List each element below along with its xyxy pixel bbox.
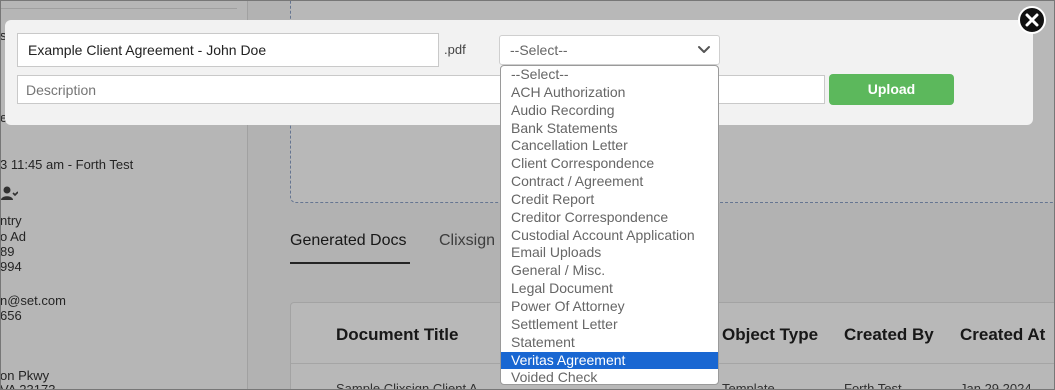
dropdown-option[interactable]: Statement <box>501 334 718 352</box>
document-type-select[interactable]: --Select-- <box>499 35 720 65</box>
dropdown-option[interactable]: Bank Statements <box>501 120 718 138</box>
select-value: --Select-- <box>510 42 568 58</box>
close-icon <box>1025 13 1039 27</box>
dropdown-option[interactable]: Credit Report <box>501 191 718 209</box>
dropdown-option[interactable]: Contract / Agreement <box>501 173 718 191</box>
dropdown-option[interactable]: Voided Check <box>501 369 718 384</box>
dropdown-option[interactable]: Email Uploads <box>501 244 718 262</box>
dropdown-option[interactable]: Custodial Account Application <box>501 227 718 245</box>
dropdown-option[interactable]: General / Misc. <box>501 262 718 280</box>
chevron-down-icon <box>695 40 713 58</box>
dropdown-option[interactable]: Power Of Attorney <box>501 298 718 316</box>
dropdown-option[interactable]: Creditor Correspondence <box>501 209 718 227</box>
dropdown-option[interactable]: Veritas Agreement <box>501 351 718 370</box>
dropdown-option[interactable]: --Select-- <box>501 66 718 84</box>
dropdown-option[interactable]: Settlement Letter <box>501 316 718 334</box>
filename-input[interactable] <box>17 33 439 67</box>
dropdown-option[interactable]: ACH Authorization <box>501 84 718 102</box>
upload-button[interactable]: Upload <box>829 74 954 105</box>
dropdown-option[interactable]: Audio Recording <box>501 102 718 120</box>
file-extension-label: .pdf <box>444 42 466 57</box>
close-modal-button[interactable] <box>1018 6 1046 34</box>
dropdown-option[interactable]: Legal Document <box>501 280 718 298</box>
dropdown-option[interactable]: Cancellation Letter <box>501 137 718 155</box>
document-type-options[interactable]: --Select-- ACH Authorization Audio Recordi… <box>500 65 719 385</box>
dropdown-option[interactable]: Client Correspondence <box>501 155 718 173</box>
